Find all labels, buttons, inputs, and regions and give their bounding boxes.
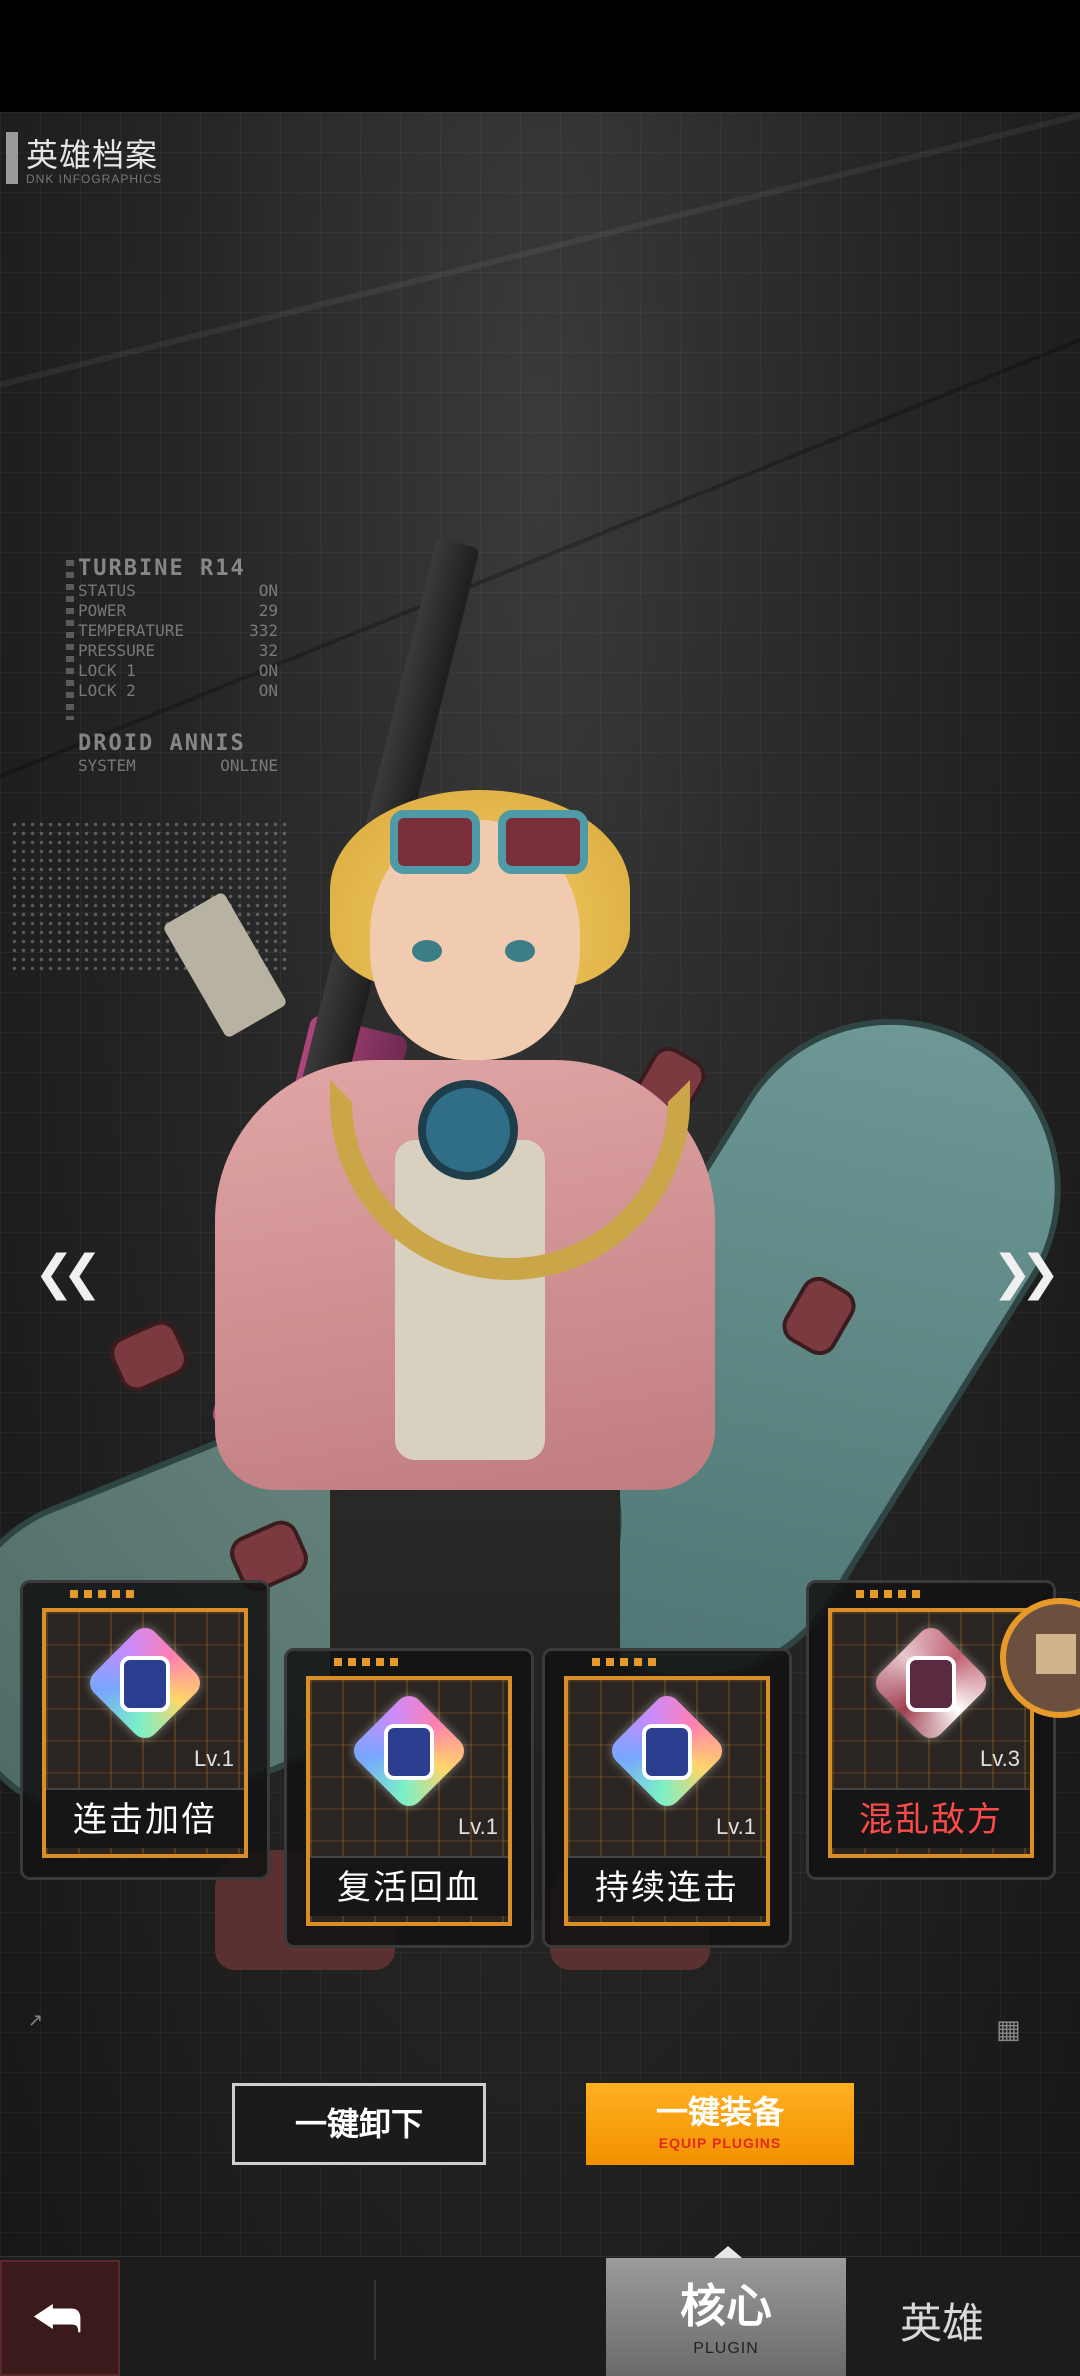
chevron-double-left-icon[interactable]: ❮❮ [34,1245,103,1301]
equip-all-button[interactable]: 一键装备 EQUIP PLUGINS [586,2083,854,2165]
return-arrow-icon: ⮪ [32,2289,83,2349]
plugin-level: Lv.1 [458,1814,498,1839]
plugin-name: 复活回血 [310,1856,508,1916]
plugin-name: 混乱敌方 [832,1788,1030,1848]
tab-hero[interactable]: 英雄 [900,2290,984,2351]
page-subtitle: DNK INFOGRAPHICS [26,172,163,186]
tab-core[interactable]: 核心 PLUGIN [606,2246,846,2376]
goggles [390,810,590,880]
plugin-level: Lv.1 [716,1814,756,1839]
plugin-name: 连击加倍 [46,1788,244,1848]
plugin-level: Lv.3 [980,1746,1020,1771]
gas-mask-filter [418,1080,518,1180]
expand-icon: ↗ [28,2010,44,2030]
plugin-slot-3[interactable]: Lv.1 持续连击 [542,1648,792,1948]
hero-character-illustration [0,520,1080,2120]
page-title: 英雄档案 [26,137,159,173]
rifle-magazine [162,891,288,1039]
unequip-all-button[interactable]: 一键卸下 [232,2083,486,2165]
plugin-slot-1[interactable]: Lv.1 连击加倍 [20,1580,270,1880]
chevron-double-right-icon[interactable]: ❯❯ [992,1245,1061,1301]
plugin-slot-2[interactable]: Lv.1 复活回血 [284,1648,534,1948]
header-accent-bar [6,132,18,184]
status-bar [0,0,1080,112]
back-button[interactable]: ⮪ [0,2260,120,2376]
bars-icon: ▦ [996,2014,1021,2044]
plugin-level: Lv.1 [194,1746,234,1771]
plugin-name: 持续连击 [568,1856,766,1916]
